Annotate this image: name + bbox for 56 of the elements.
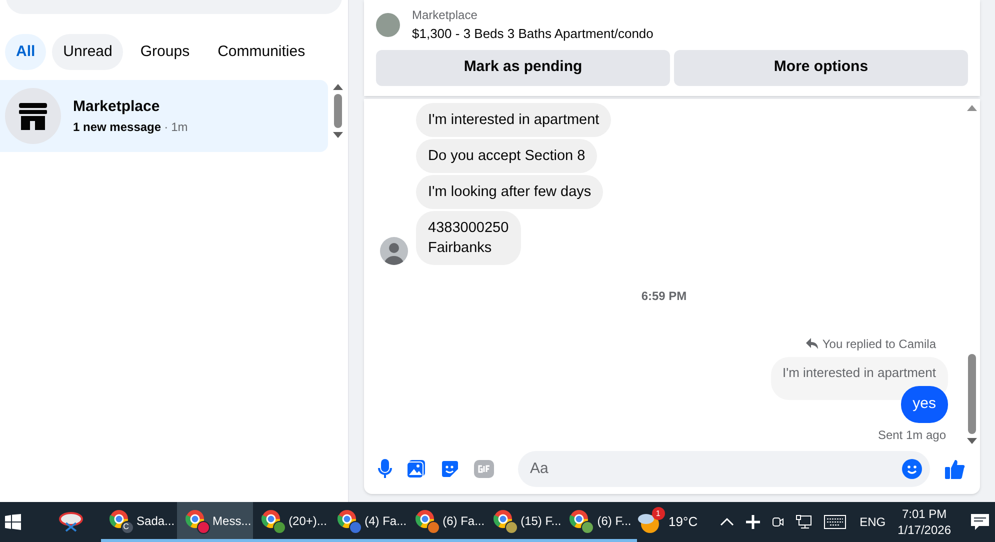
reply-icon xyxy=(806,338,818,349)
sticker-icon[interactable] xyxy=(440,458,460,478)
clock-date[interactable]: 1/17/2026 xyxy=(898,522,951,538)
timestamp: 6:59 PM xyxy=(641,288,687,304)
message-preview: 1 new message xyxy=(73,119,162,136)
plus-icon[interactable] xyxy=(746,515,760,529)
taskbar-app-button[interactable]: (4) Fa... xyxy=(328,502,407,542)
emoji-icon[interactable] xyxy=(902,458,922,478)
conversation-item[interactable]: Marketplace 1 new message · 1m xyxy=(0,80,328,152)
message-bubble: I'm interested in apartment xyxy=(416,102,612,136)
taskbar-app-button[interactable]: (6) F... xyxy=(561,502,638,542)
storefront-icon xyxy=(17,100,49,132)
scissors-icon[interactable] xyxy=(58,511,84,533)
scroll-down-arrow-icon[interactable] xyxy=(333,132,343,138)
clock-time[interactable]: 7:01 PM xyxy=(902,506,947,522)
network-icon[interactable] xyxy=(796,515,812,529)
keyboard-icon[interactable] xyxy=(824,515,846,529)
listing-action-button[interactable]: More options xyxy=(674,50,968,86)
filter-tab[interactable]: Unread xyxy=(52,34,124,70)
temperature-label: 19°C xyxy=(668,513,698,532)
delivery-status: Sent 1m ago xyxy=(878,426,946,444)
scrollbar-thumb[interactable] xyxy=(968,354,976,434)
filter-tab[interactable]: Communities xyxy=(206,34,316,70)
message-bubble: I'm looking after few days xyxy=(416,174,604,208)
message-bubble: Do you accept Section 8 xyxy=(416,138,598,172)
notification-badge: 1 xyxy=(652,507,665,520)
profile-letter: C xyxy=(122,520,130,532)
message-field[interactable]: Aa xyxy=(518,450,930,486)
windows-logo-icon[interactable] xyxy=(5,514,22,530)
photo-icon[interactable] xyxy=(406,458,426,478)
taskbar-app-button[interactable]: (6) Fa... xyxy=(406,502,485,542)
scroll-up-arrow-icon[interactable] xyxy=(333,84,343,90)
message-bubble: yes xyxy=(900,386,948,422)
message-time: 1m xyxy=(171,119,188,136)
conversation-name: Marketplace xyxy=(73,96,161,117)
scroll-down-arrow-icon[interactable] xyxy=(967,438,977,444)
message-bubble: 4383000250 Fairbanks xyxy=(416,210,521,264)
listing-source: Marketplace xyxy=(412,7,478,24)
scrollbar-thumb[interactable] xyxy=(334,94,342,128)
listing-action-button[interactable]: Mark as pending xyxy=(376,50,670,86)
like-icon[interactable] xyxy=(944,458,966,480)
filter-tab[interactable]: All xyxy=(5,34,46,70)
chevron-up-icon[interactable] xyxy=(720,517,734,527)
reply-label: You replied to Camila xyxy=(822,336,936,352)
taskbar-app-button[interactable]: (15) F... xyxy=(484,502,562,542)
scroll-up-arrow-icon[interactable] xyxy=(967,104,977,110)
microphone-icon[interactable] xyxy=(378,458,392,478)
taskbar-app-button[interactable]: (20+)... xyxy=(252,502,329,542)
listing-title: $1,300 - 3 Beds 3 Baths Apartment/condo xyxy=(412,25,654,43)
taskbar-app-button[interactable]: Mess... xyxy=(176,502,253,542)
separator-dot: · xyxy=(164,119,168,136)
filter-tab[interactable]: Groups xyxy=(129,34,201,70)
listing-photo xyxy=(376,12,400,37)
notifications-icon[interactable] xyxy=(971,514,989,530)
quoted-message: I'm interested in apartment xyxy=(770,356,948,400)
language-indicator[interactable]: ENG xyxy=(860,513,886,531)
